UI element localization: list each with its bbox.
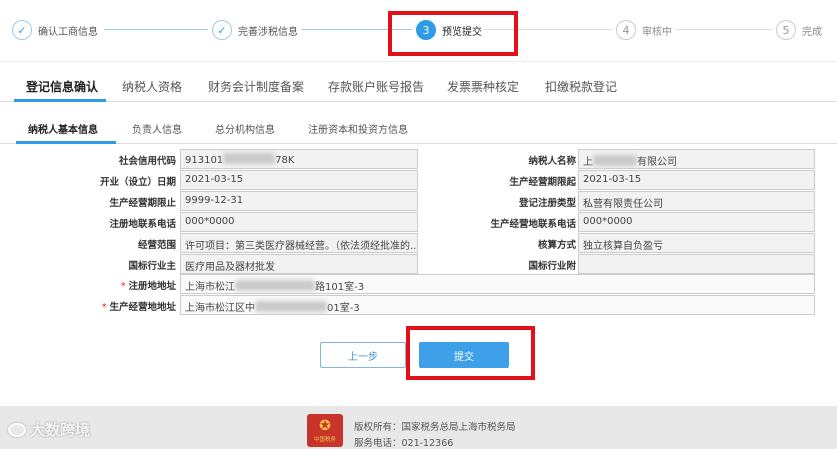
step-5: 5 完成 bbox=[776, 19, 822, 41]
copyright-text: 版权所有：国家税务总局上海市税务局 bbox=[354, 422, 516, 433]
step-5-number: 5 bbox=[776, 20, 796, 40]
field-label: * 生产经营地地址 bbox=[102, 299, 176, 313]
step-2-label: 完善涉税信息 bbox=[238, 26, 298, 38]
form-row: 国标行业主 医疗用品及器材批发 国标行业附 bbox=[0, 254, 837, 275]
main-tab-bar: 登记信息确认 纳税人资格 财务会计制度备案 存款账户账号报告 发票票种核定 扣缴… bbox=[0, 68, 837, 102]
redacted-mask bbox=[223, 153, 276, 164]
field-label: 生产经营地联系电话 bbox=[490, 219, 576, 230]
tab-bank-account-report[interactable]: 存款账户账号报告 bbox=[328, 78, 424, 95]
step-connector bbox=[676, 29, 772, 30]
reg-address-field: 上海市松江 路101室-3 bbox=[180, 274, 815, 294]
highlight-box-step bbox=[388, 11, 518, 56]
op-end-field: 9999-12-31 bbox=[180, 191, 418, 211]
credit-code-field: 913101 78K bbox=[180, 149, 418, 169]
tab-accounting-filing[interactable]: 财务会计制度备案 bbox=[208, 78, 304, 95]
field-label: 生产经营期限止 bbox=[109, 198, 176, 209]
op-address-suffix: 01室-3 bbox=[327, 303, 360, 314]
step-2: ✓ 完善涉税信息 bbox=[212, 19, 298, 41]
emblem-text: 中国税务 bbox=[313, 436, 336, 443]
field-label: 开业（设立）日期 bbox=[99, 177, 176, 188]
watermark-text: 大数跨境 bbox=[30, 421, 91, 439]
check-icon: ✓ bbox=[12, 20, 32, 40]
subtab-taxpayer-basic[interactable]: 纳税人基本信息 bbox=[28, 121, 98, 136]
redacted-mask bbox=[255, 301, 327, 312]
redacted-mask bbox=[593, 155, 637, 166]
watermark: 大数跨境 bbox=[8, 419, 90, 440]
tab-invoice-type[interactable]: 发票票种核定 bbox=[447, 78, 519, 95]
step-4-number: 4 bbox=[616, 20, 636, 40]
highlight-box-submit bbox=[406, 326, 535, 380]
business-scope-field: 许可项目：第三类医疗器械经营。（依法须经批准的... bbox=[180, 233, 418, 253]
op-address-label-text: 生产经营地地址 bbox=[109, 302, 176, 313]
taxpayer-name-prefix: 上 bbox=[583, 157, 593, 168]
watermark-logo-icon bbox=[8, 423, 26, 437]
redacted-mask bbox=[235, 280, 315, 291]
op-phone-field: 000*0000 bbox=[578, 212, 815, 232]
field-label: 登记注册类型 bbox=[518, 198, 576, 209]
field-label: 国标行业主 bbox=[128, 261, 176, 272]
form-row: * 注册地地址 上海市松江 路101室-3 bbox=[0, 274, 837, 295]
op-start-field: 2021-03-15 bbox=[578, 170, 815, 190]
active-subtab-indicator bbox=[16, 141, 116, 144]
reg-address-suffix: 路101室-3 bbox=[315, 282, 365, 293]
industry-main-field: 医疗用品及器材批发 bbox=[180, 254, 418, 274]
form-row: 生产经营期限止 9999-12-31 登记注册类型 私营有限责任公司 bbox=[0, 191, 837, 212]
accounting-method-field: 独立核算自负盈亏 bbox=[578, 233, 815, 253]
field-label: 经营范围 bbox=[137, 240, 176, 251]
credit-code-prefix: 913101 bbox=[185, 155, 224, 166]
op-address-prefix: 上海市松江区中 bbox=[185, 303, 255, 314]
step-1: ✓ 确认工商信息 bbox=[12, 19, 98, 41]
step-4-label: 审核中 bbox=[642, 26, 672, 38]
star-icon: ✪ bbox=[319, 417, 331, 434]
taxpayer-name-suffix: 有限公司 bbox=[637, 157, 677, 168]
reg-phone-field: 000*0000 bbox=[180, 212, 418, 232]
footer: ✪ 中国税务 版权所有：国家税务总局上海市税务局 服务电话：021-12366 bbox=[0, 406, 837, 449]
subtab-capital-investor[interactable]: 注册资本和投资方信息 bbox=[308, 121, 408, 136]
tax-emblem-icon: ✪ 中国税务 bbox=[307, 414, 343, 447]
check-icon: ✓ bbox=[212, 20, 232, 40]
field-label: 生产经营期限起 bbox=[509, 177, 576, 188]
required-marker: * bbox=[101, 302, 107, 313]
form-row: 注册地联系电话 000*0000 生产经营地联系电话 000*0000 bbox=[0, 212, 837, 233]
op-address-field: 上海市松江区中 01室-3 bbox=[180, 295, 815, 315]
tab-registration-confirm[interactable]: 登记信息确认 bbox=[26, 78, 98, 95]
taxpayer-name-field: 上 有限公司 bbox=[578, 149, 815, 169]
form-row: 经营范围 许可项目：第三类医疗器械经营。（依法须经批准的... 核算方式 独立核… bbox=[0, 233, 837, 254]
reg-address-label-text: 注册地地址 bbox=[128, 281, 176, 292]
step-1-label: 确认工商信息 bbox=[38, 26, 98, 38]
form-row: 开业（设立）日期 2021-03-15 生产经营期限起 2021-03-15 bbox=[0, 170, 837, 191]
active-tab-indicator bbox=[14, 99, 106, 102]
form-row: * 生产经营地地址 上海市松江区中 01室-3 bbox=[0, 295, 837, 316]
field-label: * 注册地地址 bbox=[121, 278, 176, 292]
reg-type-field: 私营有限责任公司 bbox=[578, 191, 815, 211]
required-marker: * bbox=[120, 281, 126, 292]
subtab-responsible-person[interactable]: 负责人信息 bbox=[132, 121, 182, 136]
sub-tab-bar: 纳税人基本信息 负责人信息 总分机构信息 注册资本和投资方信息 bbox=[0, 112, 837, 144]
industry-sub-field bbox=[578, 254, 815, 274]
tab-taxpayer-qualification[interactable]: 纳税人资格 bbox=[122, 78, 182, 95]
subtab-branch-info[interactable]: 总分机构信息 bbox=[215, 121, 275, 136]
credit-code-suffix: 78K bbox=[275, 155, 295, 166]
step-connector bbox=[104, 29, 208, 30]
tab-withholding-registration[interactable]: 扣缴税款登记 bbox=[545, 78, 617, 95]
field-label: 注册地联系电话 bbox=[109, 219, 176, 230]
form-row: 社会信用代码 913101 78K 纳税人名称 上 有限公司 bbox=[0, 149, 837, 170]
open-date-field: 2021-03-15 bbox=[180, 170, 418, 190]
field-label: 纳税人名称 bbox=[528, 156, 576, 167]
page: ✓ 确认工商信息 ✓ 完善涉税信息 3 预览提交 4 审核中 5 完成 登记信息… bbox=[0, 0, 837, 449]
field-label: 国标行业附 bbox=[528, 261, 576, 272]
field-label: 核算方式 bbox=[537, 240, 576, 251]
step-5-label: 完成 bbox=[802, 26, 822, 38]
field-label: 社会信用代码 bbox=[118, 156, 176, 167]
reg-address-prefix: 上海市松江 bbox=[185, 282, 235, 293]
service-phone: 服务电话：021-12366 bbox=[354, 438, 454, 449]
step-4: 4 审核中 bbox=[616, 19, 672, 41]
previous-step-button[interactable]: 上一步 bbox=[320, 342, 406, 368]
